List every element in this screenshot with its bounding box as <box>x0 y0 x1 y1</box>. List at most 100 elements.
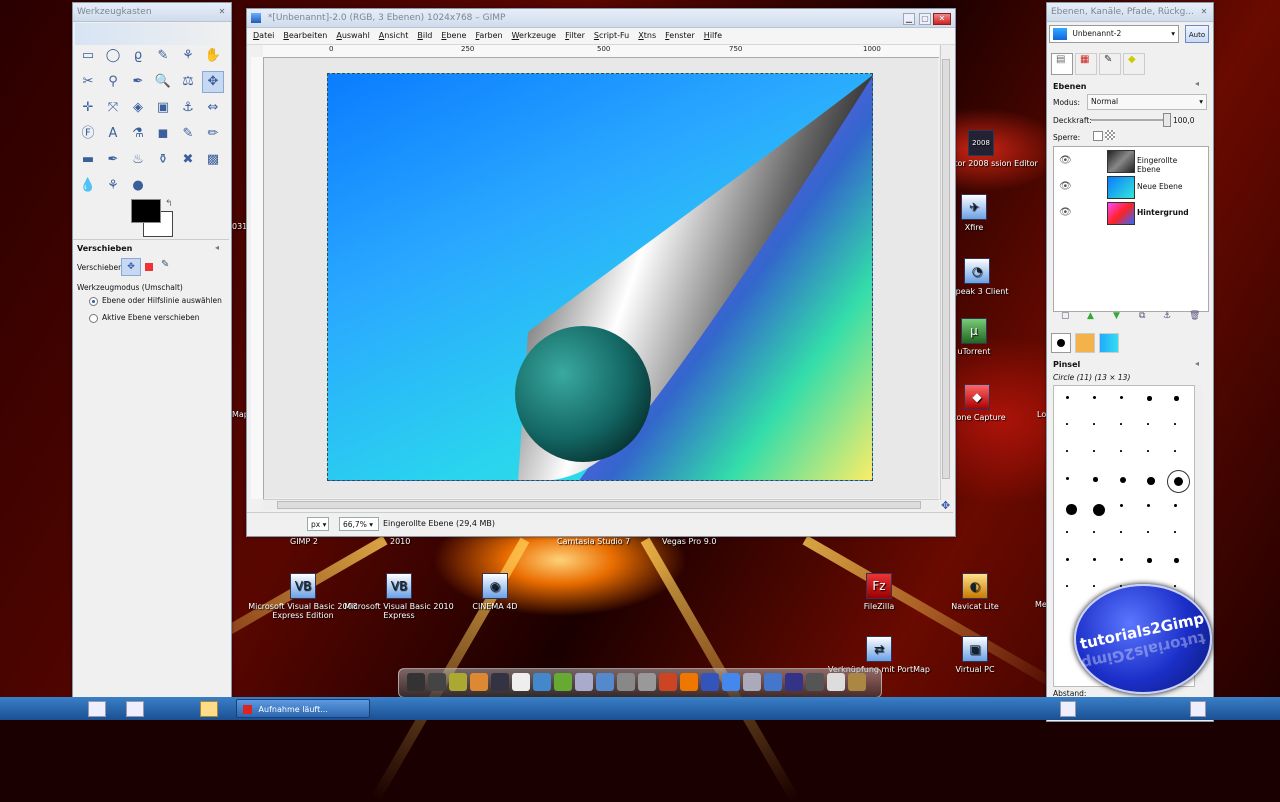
brush-preview[interactable] <box>1066 477 1069 480</box>
launcher-app-icon[interactable] <box>785 673 803 691</box>
brush-preview[interactable] <box>1147 531 1149 533</box>
menu-item[interactable]: Bearbeiten <box>283 28 327 44</box>
desktop-label[interactable]: Camtasia Studio 7 <box>557 537 630 546</box>
perspective-icon[interactable]: ⇔ <box>202 97 224 119</box>
dock-titlebar[interactable]: Ebenen, Kanäle, Pfade, Rückg... ✕ <box>1047 3 1213 22</box>
toolbox-titlebar[interactable]: Werkzeugkasten ✕ <box>73 3 231 22</box>
scissors-icon[interactable]: ✋ <box>202 45 224 67</box>
menu-item[interactable]: Auswahl <box>336 28 369 44</box>
auto-button[interactable]: Auto <box>1185 25 1209 43</box>
close-icon[interactable]: ✕ <box>933 13 951 25</box>
launcher-app-icon[interactable] <box>512 673 530 691</box>
anchor-layer-icon[interactable]: ⚓ <box>1163 311 1171 321</box>
brush-preview[interactable] <box>1147 504 1150 507</box>
radio-pick-layer[interactable]: Ebene oder Hilfslinie auswählen <box>89 296 222 306</box>
paths-icon[interactable]: ⚲ <box>102 71 124 93</box>
brush-preview[interactable] <box>1093 477 1098 482</box>
launcher-app-icon[interactable] <box>533 673 551 691</box>
new-layer-icon[interactable]: ▢ <box>1061 311 1070 321</box>
move-path-icon[interactable]: ✎ <box>161 259 169 270</box>
image-canvas[interactable] <box>327 73 873 481</box>
tab-channels[interactable]: ▦ <box>1075 53 1097 75</box>
brush-preview[interactable] <box>1093 396 1096 399</box>
blur-icon[interactable]: 💧 <box>77 175 99 197</box>
layer-row-curl[interactable]: 👁 Eingerollte Ebene <box>1053 149 1203 173</box>
layer-row-background[interactable]: 👁 Hintergrund <box>1053 201 1203 225</box>
foreground-select-icon[interactable]: ✂ <box>77 71 99 93</box>
move-selection-icon[interactable] <box>145 263 153 271</box>
tray-icon[interactable] <box>1190 701 1206 717</box>
launcher-app-icon[interactable] <box>575 673 593 691</box>
opacity-slider-handle[interactable] <box>1163 113 1171 127</box>
taskbar-icon[interactable] <box>126 701 144 717</box>
eye-icon[interactable]: 👁 <box>1059 155 1072 166</box>
flip-icon[interactable]: Ⓕ <box>77 123 99 145</box>
brush-preview[interactable] <box>1147 450 1149 452</box>
navigate-icon[interactable]: ✥ <box>941 499 950 512</box>
brush-preview[interactable] <box>1066 396 1069 399</box>
brush-preview[interactable] <box>1147 423 1149 425</box>
launcher-app-icon[interactable] <box>743 673 761 691</box>
brush-preview[interactable] <box>1120 396 1123 399</box>
lock-pixels-checkbox[interactable] <box>1093 131 1103 141</box>
menu-item[interactable]: Bild <box>417 28 432 44</box>
desktop-label[interactable]: 2010 <box>390 537 410 546</box>
ellipse-select-icon[interactable]: ◯ <box>102 45 124 67</box>
launcher-app-icon[interactable] <box>470 673 488 691</box>
move-layer-icon[interactable]: ✥ <box>121 258 141 276</box>
brush-preview[interactable] <box>1174 423 1176 425</box>
brush-preview[interactable] <box>1147 477 1155 485</box>
smudge-icon[interactable]: ⚘ <box>102 175 124 197</box>
brush-preview[interactable] <box>1147 558 1152 563</box>
panel-menu-icon[interactable]: ◂ <box>1195 79 1199 88</box>
crop-icon[interactable]: ⤧ <box>102 97 124 119</box>
launcher-app-icon[interactable] <box>554 673 572 691</box>
radio-active-layer[interactable]: Aktive Ebene verschieben <box>89 313 200 323</box>
menu-item[interactable]: Xtns <box>638 28 656 44</box>
brush-preview[interactable] <box>1174 531 1176 533</box>
eye-icon[interactable]: 👁 <box>1059 207 1072 218</box>
perspective-clone-icon[interactable]: ▩ <box>202 149 224 171</box>
ink-icon[interactable]: ♨ <box>127 149 149 171</box>
desktop-icon-filezilla[interactable]: Fz FileZilla <box>824 573 934 611</box>
scrollbar-thumb[interactable] <box>942 59 950 479</box>
brush-preview[interactable] <box>1066 504 1077 515</box>
brush-preview[interactable] <box>1093 531 1095 533</box>
rotate-icon[interactable]: ◈ <box>127 97 149 119</box>
eye-icon[interactable]: 👁 <box>1059 181 1072 192</box>
brush-preview[interactable] <box>1066 423 1068 425</box>
brush-preview[interactable] <box>1093 558 1096 561</box>
desktop-label[interactable]: Vegas Pro 9.0 <box>662 537 716 546</box>
menu-item[interactable]: Script-Fu <box>594 28 629 44</box>
lock-alpha-icon[interactable] <box>1105 130 1115 140</box>
brush-preview[interactable] <box>1120 504 1123 507</box>
scale-icon[interactable]: ▣ <box>152 97 174 119</box>
blend-icon[interactable]: ◼ <box>152 123 174 145</box>
zoom-selector[interactable]: 66,7% ▾ <box>339 517 379 531</box>
launcher-app-icon[interactable] <box>848 673 866 691</box>
brush-preview[interactable] <box>1174 450 1176 452</box>
launcher-app-icon[interactable] <box>596 673 614 691</box>
desktop-icon-vb2010[interactable]: VB Microsoft Visual Basic 2010 Express <box>344 573 454 620</box>
desktop-label[interactable]: GIMP 2 <box>290 537 318 546</box>
tab-brushes[interactable] <box>1051 333 1071 353</box>
menu-item[interactable]: Hilfe <box>704 28 722 44</box>
launcher-app-icon[interactable] <box>638 673 656 691</box>
foreground-color-swatch[interactable] <box>131 199 161 223</box>
image-selector[interactable]: Unbenannt-2 ▾ <box>1049 25 1179 43</box>
dodge-burn-icon[interactable]: ● <box>127 175 149 197</box>
brush-preview[interactable] <box>1174 504 1177 507</box>
brush-preview[interactable] <box>1093 504 1105 516</box>
close-icon[interactable]: ✕ <box>1199 7 1209 17</box>
brush-preview[interactable] <box>1147 396 1152 401</box>
tray-icon[interactable] <box>1060 701 1076 717</box>
menu-item[interactable]: Datei <box>253 28 274 44</box>
desktop-icon-vb2008[interactable]: VB Microsoft Visual Basic 2008 Express E… <box>248 573 358 620</box>
zoom-icon[interactable]: 🔍 <box>152 71 174 93</box>
launcher-app-icon[interactable] <box>659 673 677 691</box>
clone-icon[interactable]: ⚱ <box>152 149 174 171</box>
align-icon[interactable]: ✛ <box>77 97 99 119</box>
image-window-titlebar[interactable]: *[Unbenannt]-2.0 (RGB, 3 Ebenen) 1024x76… <box>247 9 955 28</box>
move-icon[interactable]: ✥ <box>202 71 224 93</box>
brush-preview[interactable] <box>1120 531 1122 533</box>
